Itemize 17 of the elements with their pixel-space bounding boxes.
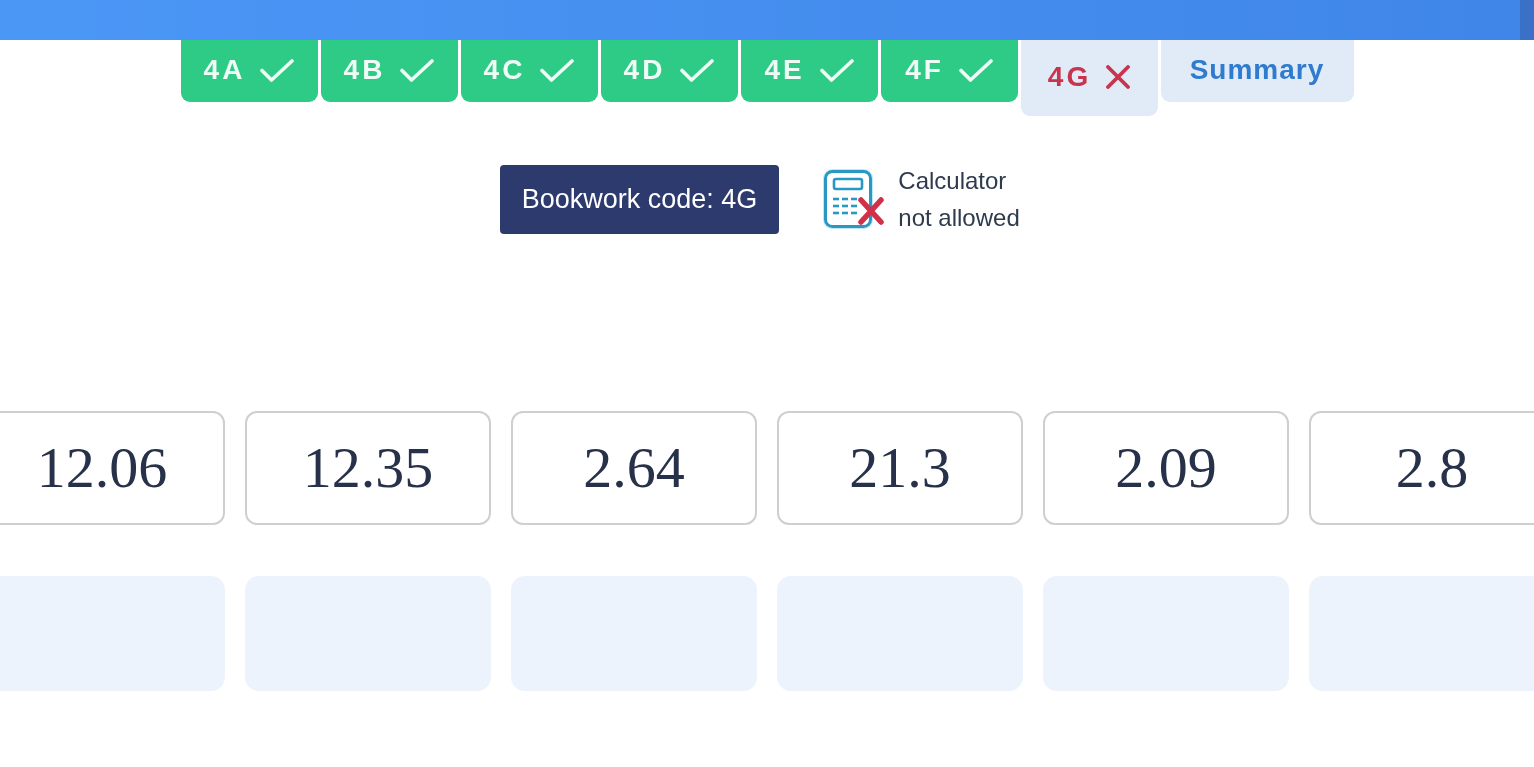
- answer-card[interactable]: 2.09: [1043, 411, 1289, 525]
- check-icon: [400, 58, 435, 82]
- cross-icon: [1106, 65, 1131, 89]
- answer-card[interactable]: 2.8: [1309, 411, 1534, 525]
- check-icon: [540, 58, 575, 82]
- check-icon: [819, 58, 854, 82]
- check-icon: [680, 58, 715, 82]
- check-icon: [260, 58, 295, 82]
- summary-tab[interactable]: Summary: [1160, 40, 1354, 102]
- check-icon: [958, 58, 993, 82]
- answer-card[interactable]: 12.06: [0, 411, 225, 525]
- answer-card[interactable]: 21.3: [777, 411, 1023, 525]
- bookwork-code: Bookwork code: 4G: [499, 164, 780, 234]
- task-tab[interactable]: 4G: [1020, 40, 1158, 116]
- answer-card[interactable]: 2.64: [511, 411, 757, 525]
- answer-card[interactable]: 12.35: [245, 411, 491, 525]
- calculator-note: Calculator not allowed: [898, 166, 1021, 233]
